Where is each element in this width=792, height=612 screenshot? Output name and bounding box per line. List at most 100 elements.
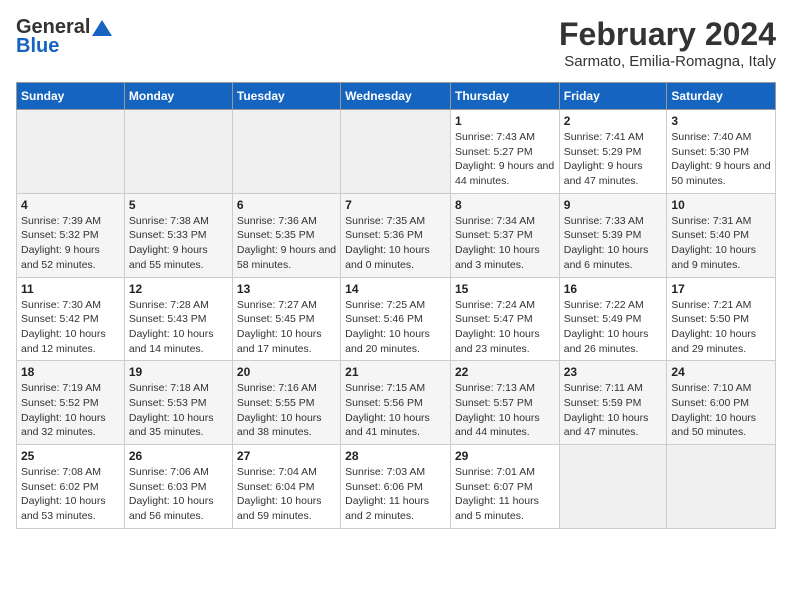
day-number: 18 [21, 365, 120, 379]
day-info-line: Daylight: 10 hours and 20 minutes. [345, 327, 446, 356]
day-info-line: Sunset: 5:30 PM [671, 145, 771, 160]
day-number: 22 [455, 365, 555, 379]
day-info-line: Sunrise: 7:08 AM [21, 465, 120, 480]
day-number: 16 [564, 282, 663, 296]
day-info-line: Daylight: 10 hours and 26 minutes. [564, 327, 663, 356]
calendar-cell [667, 445, 776, 529]
day-info-line: Sunrise: 7:41 AM [564, 130, 663, 145]
day-number: 29 [455, 449, 555, 463]
header: General Blue February 2024 Sarmato, Emil… [16, 16, 776, 70]
day-info-line: Sunset: 5:56 PM [345, 396, 446, 411]
calendar-cell: 23Sunrise: 7:11 AMSunset: 5:59 PMDayligh… [559, 361, 667, 445]
day-info-line: Sunset: 5:45 PM [237, 312, 336, 327]
day-number: 23 [564, 365, 663, 379]
day-info-line: Daylight: 11 hours and 2 minutes. [345, 494, 446, 523]
day-info-line: Sunset: 5:43 PM [129, 312, 228, 327]
day-info-line: Sunset: 6:04 PM [237, 480, 336, 495]
day-info-line: Sunrise: 7:22 AM [564, 298, 663, 313]
day-info-line: Sunset: 5:42 PM [21, 312, 120, 327]
day-number: 25 [21, 449, 120, 463]
day-number: 11 [21, 282, 120, 296]
calendar-cell: 13Sunrise: 7:27 AMSunset: 5:45 PMDayligh… [232, 277, 340, 361]
day-info-line: Sunrise: 7:39 AM [21, 214, 120, 229]
logo-icon [92, 20, 112, 36]
calendar-cell: 3Sunrise: 7:40 AMSunset: 5:30 PMDaylight… [667, 110, 776, 194]
day-info-line: Sunrise: 7:01 AM [455, 465, 555, 480]
day-number: 2 [564, 114, 663, 128]
day-info-line: Daylight: 9 hours and 55 minutes. [129, 243, 228, 272]
calendar-cell: 10Sunrise: 7:31 AMSunset: 5:40 PMDayligh… [667, 193, 776, 277]
day-info-line: Daylight: 10 hours and 41 minutes. [345, 411, 446, 440]
day-number: 3 [671, 114, 771, 128]
day-info-line: Sunset: 5:27 PM [455, 145, 555, 160]
day-info-line: Daylight: 9 hours and 47 minutes. [564, 159, 663, 188]
calendar-cell: 28Sunrise: 7:03 AMSunset: 6:06 PMDayligh… [341, 445, 451, 529]
day-info-line: Sunset: 5:37 PM [455, 228, 555, 243]
day-number: 19 [129, 365, 228, 379]
day-number: 9 [564, 198, 663, 212]
calendar-cell [559, 445, 667, 529]
calendar-cell: 20Sunrise: 7:16 AMSunset: 5:55 PMDayligh… [232, 361, 340, 445]
logo: General Blue [16, 16, 112, 58]
day-info-line: Sunset: 5:40 PM [671, 228, 771, 243]
day-info-line: Sunset: 5:29 PM [564, 145, 663, 160]
day-number: 17 [671, 282, 771, 296]
calendar-cell: 16Sunrise: 7:22 AMSunset: 5:49 PMDayligh… [559, 277, 667, 361]
calendar-week-row: 11Sunrise: 7:30 AMSunset: 5:42 PMDayligh… [17, 277, 776, 361]
day-number: 26 [129, 449, 228, 463]
calendar-cell: 22Sunrise: 7:13 AMSunset: 5:57 PMDayligh… [450, 361, 559, 445]
calendar-cell: 5Sunrise: 7:38 AMSunset: 5:33 PMDaylight… [124, 193, 232, 277]
day-number: 5 [129, 198, 228, 212]
day-number: 27 [237, 449, 336, 463]
day-header-friday: Friday [559, 83, 667, 110]
day-info-line: Sunrise: 7:34 AM [455, 214, 555, 229]
calendar-cell: 19 Sunrise: 7:18 AMSunset: 5:53 PMDayligh… [124, 361, 232, 445]
calendar-cell: 25Sunrise: 7:08 AMSunset: 6:02 PMDayligh… [17, 445, 125, 529]
calendar-cell: 11Sunrise: 7:30 AMSunset: 5:42 PMDayligh… [17, 277, 125, 361]
calendar-cell: 12 Sunrise: 7:28 AMSunset: 5:43 PMDayligh… [124, 277, 232, 361]
day-info-line: Sunset: 5:57 PM [455, 396, 555, 411]
day-info-line: Sunset: 5:50 PM [671, 312, 771, 327]
day-info-line: Daylight: 10 hours and 12 minutes. [21, 327, 120, 356]
day-info-line: Sunrise: 7:11 AM [564, 381, 663, 396]
day-info-line: Sunrise: 7:31 AM [671, 214, 771, 229]
calendar-week-row: 18Sunrise: 7:19 AMSunset: 5:52 PMDayligh… [17, 361, 776, 445]
calendar-cell: 4Sunrise: 7:39 AMSunset: 5:32 PMDaylight… [17, 193, 125, 277]
day-info-line: Sunrise: 7:18 AM [129, 381, 228, 396]
day-number: 14 [345, 282, 446, 296]
day-info-line: Daylight: 10 hours and 6 minutes. [564, 243, 663, 272]
day-info-line: Sunrise: 7:28 AM [129, 298, 228, 313]
day-info-line: Sunset: 5:53 PM [129, 396, 228, 411]
day-header-tuesday: Tuesday [232, 83, 340, 110]
calendar-cell: 1Sunrise: 7:43 AMSunset: 5:27 PMDaylight… [450, 110, 559, 194]
calendar-header-row: SundayMondayTuesdayWednesdayThursdayFrid… [17, 83, 776, 110]
day-info-line: Daylight: 10 hours and 14 minutes. [129, 327, 228, 356]
calendar-week-row: 4Sunrise: 7:39 AMSunset: 5:32 PMDaylight… [17, 193, 776, 277]
day-number: 12 [129, 282, 228, 296]
day-info-line: Sunrise: 7:35 AM [345, 214, 446, 229]
calendar-cell: 9Sunrise: 7:33 AMSunset: 5:39 PMDaylight… [559, 193, 667, 277]
calendar-cell: 2 Sunrise: 7:41 AMSunset: 5:29 PMDaylight… [559, 110, 667, 194]
day-info-line: Sunrise: 7:40 AM [671, 130, 771, 145]
day-number: 28 [345, 449, 446, 463]
day-number: 8 [455, 198, 555, 212]
calendar-cell [232, 110, 340, 194]
day-info-line: Sunrise: 7:38 AM [129, 214, 228, 229]
day-info-line: Sunrise: 7:04 AM [237, 465, 336, 480]
calendar-body: 1Sunrise: 7:43 AMSunset: 5:27 PMDaylight… [17, 110, 776, 529]
day-info-line: Daylight: 10 hours and 29 minutes. [671, 327, 771, 356]
day-info-line: Sunrise: 7:27 AM [237, 298, 336, 313]
calendar-cell: 26Sunrise: 7:06 AMSunset: 6:03 PMDayligh… [124, 445, 232, 529]
day-number: 4 [21, 198, 120, 212]
day-info-line: Daylight: 10 hours and 35 minutes. [129, 411, 228, 440]
day-number: 1 [455, 114, 555, 128]
day-info-line: Daylight: 10 hours and 44 minutes. [455, 411, 555, 440]
day-info-line: Sunset: 5:59 PM [564, 396, 663, 411]
day-info-line: Sunset: 6:06 PM [345, 480, 446, 495]
day-info-line: Daylight: 10 hours and 53 minutes. [21, 494, 120, 523]
calendar-cell [17, 110, 125, 194]
calendar-cell: 17Sunrise: 7:21 AMSunset: 5:50 PMDayligh… [667, 277, 776, 361]
day-info-line: Sunrise: 7:24 AM [455, 298, 555, 313]
day-info-line: Sunset: 5:47 PM [455, 312, 555, 327]
day-info-line: Daylight: 10 hours and 17 minutes. [237, 327, 336, 356]
